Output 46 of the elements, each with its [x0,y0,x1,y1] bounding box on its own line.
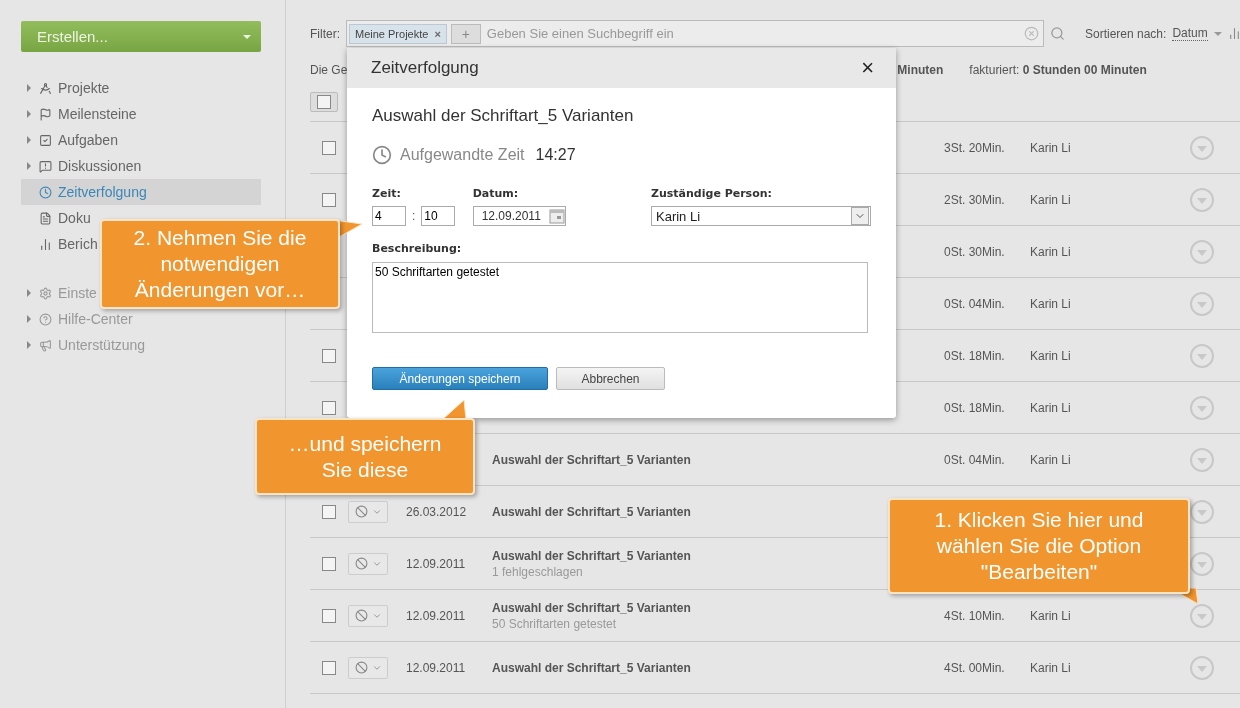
spent-value: 14:27 [535,146,576,164]
date-text: 12.09.2011 [406,660,466,675]
field-label: Datum: [472,187,520,200]
person-text: Karin Li [1030,452,1071,467]
task-note: 1 fehlgeschlagen [492,564,584,579]
person-text: Karin Li [1030,192,1071,207]
date-text: 26.03.2012 [406,504,467,519]
person-text: Karin Li [1030,140,1071,155]
duration-text: 0St. 04Min. [944,452,1005,467]
task-title: Auswahl der Schriftart_5 Varianten [492,452,691,467]
callout-tooltip: 1. Klicken Sie hier und wählen Sie die Option "Bearbeiten" [888,498,1190,594]
duration-text: 0St. 18Min. [944,400,1005,415]
dialog-title: Zeitverfolgung [371,58,479,78]
task-note: 50 Schriftarten getestet [492,616,618,631]
duration-text: 0St. 18Min. [944,348,1005,363]
total-text: Minuten [897,63,945,77]
task-title: Auswahl der Schriftart_5 Varianten [492,600,691,615]
separator-text: : [412,209,416,223]
task-title: Auswahl der Schriftart_5 Varianten [492,660,691,675]
person-text: Karin Li [1030,660,1071,675]
billed-text: fakturiert: 0 Stunden 00 Minuten [969,63,1147,77]
callout-tooltip: …und speichern Sie diese [255,418,475,495]
duration-text: 0St. 04Min. [944,296,1005,311]
spent-label: Aufgewandte Zeit [400,146,525,164]
sort-label: Sortieren nach: [1085,26,1167,41]
field-label: Beschreibung: [372,242,462,255]
task-name: Auswahl der Schriftart_5 Varianten [372,106,635,126]
field-label: Zuständige Person: [651,187,773,200]
filter-label: Filter: [310,26,340,41]
duration-text: 4St. 00Min. [944,660,1005,675]
duration-text: 4St. 10Min. [944,608,1005,623]
field-label: Zeit: [372,187,402,200]
callout-tooltip: 2. Nehmen Sie die notwendigen Änderungen vor… [100,219,340,309]
person-text: Karin Li [1030,296,1071,311]
duration-text: 0St. 30Min. [944,244,1005,259]
date-text: 12.09.2011 [406,608,466,623]
duration-text: 2St. 30Min. [944,192,1005,207]
date-text: 12.09.2011 [406,556,466,571]
summary-label: Die Ge [310,63,348,77]
task-title: Auswahl der Schriftart_5 Varianten [492,548,691,563]
person-text: Karin Li [1030,608,1071,623]
duration-text: 3St. 20Min. [944,140,1005,155]
person-text: Karin Li [1030,400,1071,415]
person-text: Karin Li [1030,244,1071,259]
person-text: Karin Li [1030,348,1071,363]
task-title: Auswahl der Schriftart_5 Varianten [492,504,691,519]
